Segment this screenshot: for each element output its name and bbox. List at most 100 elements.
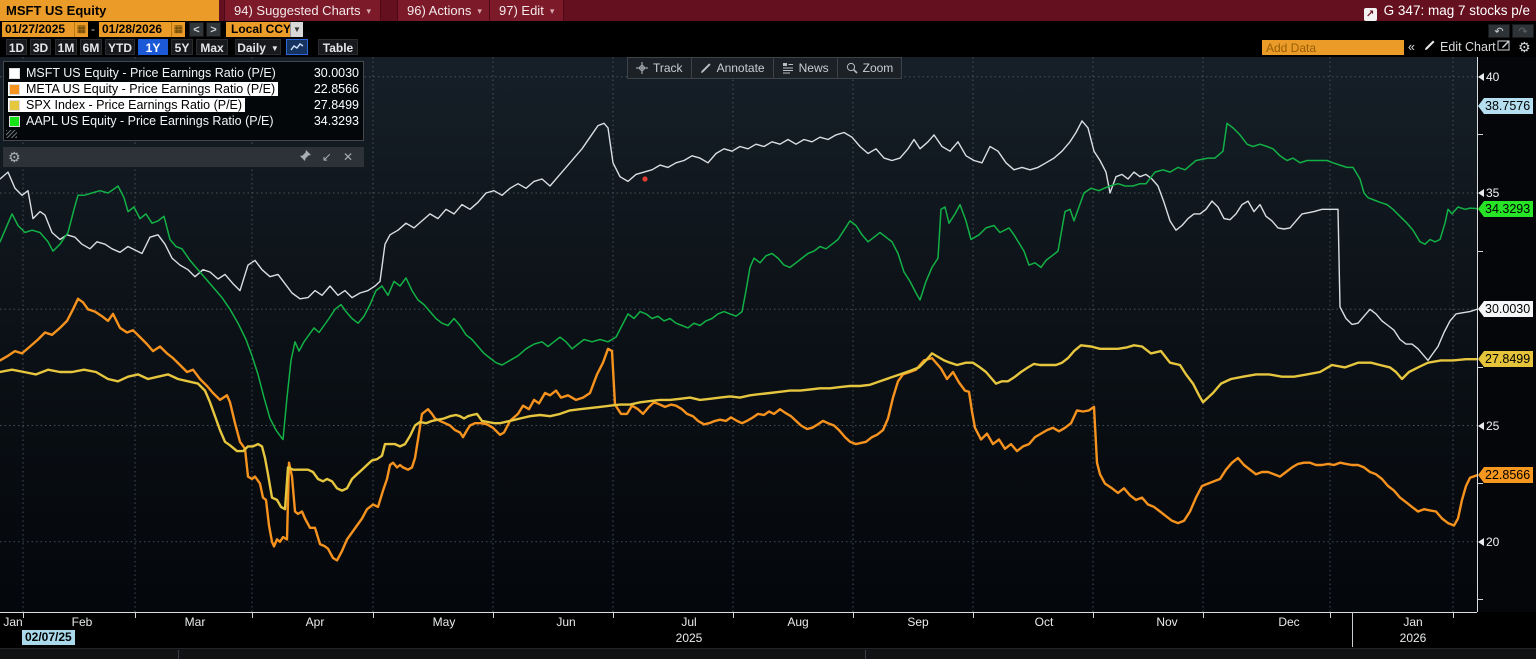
bottom-panel-strip	[0, 648, 1536, 659]
x-axis-tick	[23, 613, 24, 618]
legend-close-icon[interactable]: ✕	[343, 150, 353, 164]
legend-row-msft[interactable]: MSFT US Equity - Price Earnings Ratio (P…	[4, 65, 363, 81]
last-value-badge: 34.3293	[1478, 201, 1533, 217]
frequency-select[interactable]: Daily	[235, 39, 281, 55]
news-button[interactable]: News	[773, 57, 838, 79]
period-tab-6m[interactable]: 6M	[80, 39, 102, 55]
x-axis-month-label: Jul	[681, 615, 696, 629]
year-separator-line	[1352, 612, 1353, 647]
annotate-button-label: Annotate	[717, 61, 765, 75]
series-line-1[interactable]	[0, 299, 1477, 561]
x-axis-tick	[1453, 613, 1454, 618]
x-axis-tick	[973, 613, 974, 618]
x-axis-month-label: Aug	[787, 615, 808, 629]
chart-annotate-icon[interactable]	[1497, 39, 1511, 55]
last-value-badge: 22.8566	[1478, 467, 1533, 483]
start-date-input[interactable]: 01/27/2025	[2, 22, 74, 37]
legend-pin-icon[interactable]	[300, 150, 311, 164]
x-axis-month-label: Mar	[185, 615, 206, 629]
period-tab-1d[interactable]: 1D	[6, 39, 27, 55]
zoom-button[interactable]: Zoom	[837, 57, 903, 79]
prev-range-button[interactable]: <	[189, 22, 204, 37]
collapse-toolbar-button[interactable]: «	[1408, 39, 1415, 55]
series-label: SPX Index - Price Earnings Ratio (P/E)	[26, 98, 242, 112]
legend-resize-grip[interactable]	[6, 130, 17, 138]
legend-footer: ⚙ ↙ ✕	[3, 147, 364, 167]
annotate-button[interactable]: Annotate	[691, 57, 774, 79]
crosshair-icon	[636, 62, 648, 74]
edit-chart-button[interactable]: Edit Chart	[1440, 39, 1496, 55]
x-axis-year-label: 2025	[676, 631, 703, 645]
x-axis-month-label: Feb	[72, 615, 93, 629]
gear-icon[interactable]: ⚙	[1518, 39, 1531, 55]
series-label: AAPL US Equity - Price Earnings Ratio (P…	[26, 114, 274, 128]
series-last-value: 22.8566	[314, 82, 359, 96]
x-axis-tick	[1330, 613, 1331, 618]
track-button[interactable]: Track	[627, 57, 692, 79]
x-axis-tick	[493, 613, 494, 618]
x-axis-tick	[733, 613, 734, 618]
annotation-dot[interactable]	[642, 176, 647, 181]
x-axis-month-label: Oct	[1035, 615, 1054, 629]
x-axis-month-label: May	[433, 615, 456, 629]
y-axis-tick-label: 20	[1478, 535, 1499, 549]
end-date-input[interactable]: 01/28/2026	[99, 22, 171, 37]
magnifier-icon	[846, 62, 858, 74]
period-tab-max[interactable]: Max	[196, 39, 228, 55]
x-axis-month-label: Jan	[1403, 615, 1422, 629]
currency-caret-icon[interactable]: ▼	[290, 22, 303, 37]
undo-button[interactable]: ↶	[1488, 24, 1510, 38]
table-button[interactable]: Table	[318, 39, 358, 55]
y-axis-tick-label: 35	[1478, 186, 1499, 200]
period-tab-3d[interactable]: 3D	[30, 39, 51, 55]
legend-row-meta[interactable]: META US Equity - Price Earnings Ratio (P…	[4, 81, 363, 97]
x-axis-tick	[613, 613, 614, 618]
news-icon	[782, 62, 794, 74]
export-icon[interactable]: ↗	[1364, 8, 1377, 21]
chart-toolbar: 1D3D1M6MYTD1Y5YMax Daily Table « Edit Ch…	[0, 39, 1536, 56]
line-chart-type-icon[interactable]	[286, 39, 308, 55]
x-axis-year-label: 2026	[1400, 631, 1427, 645]
pencil-icon[interactable]	[1424, 39, 1436, 55]
y-axis-minor-tick	[1478, 251, 1483, 252]
redo-button[interactable]: ↷	[1512, 24, 1534, 38]
series-line-3[interactable]	[0, 123, 1477, 439]
calendar-icon[interactable]: ▦	[171, 22, 185, 37]
x-axis-month-label: Nov	[1156, 615, 1177, 629]
zoom-button-label: Zoom	[863, 61, 894, 75]
title-bar: MSFT US Equity 94) Suggested Charts 96) …	[0, 0, 1536, 21]
legend-minimize-icon[interactable]: ↙	[322, 150, 332, 164]
series-last-value: 27.8499	[314, 98, 359, 112]
y-axis: 4035252038.757634.329330.003027.849922.8…	[1477, 57, 1536, 612]
period-tab-ytd[interactable]: YTD	[105, 39, 135, 55]
pencil-icon	[700, 62, 712, 74]
menu-suggested-charts[interactable]: 94) Suggested Charts	[224, 0, 381, 21]
currency-select[interactable]: Local CCY	[226, 22, 296, 37]
legend-panel: MSFT US Equity - Price Earnings Ratio (P…	[3, 61, 364, 141]
y-axis-tick-label: 40	[1478, 70, 1499, 84]
next-range-button[interactable]: >	[206, 22, 221, 37]
last-value-badge: 30.0030	[1478, 301, 1533, 317]
x-axis: 02/07/25 JanFebMarAprMayJunJulAugSepOctN…	[0, 612, 1536, 648]
chart-group-title: ↗G 347: mag 7 stocks p/e	[1364, 0, 1530, 21]
legend-settings-gear-icon[interactable]: ⚙	[8, 149, 21, 166]
period-tab-1y[interactable]: 1Y	[138, 39, 168, 55]
series-label: MSFT US Equity - Price Earnings Ratio (P…	[26, 66, 276, 80]
news-button-label: News	[799, 61, 829, 75]
add-data-input[interactable]	[1262, 40, 1404, 55]
period-tab-5y[interactable]: 5Y	[171, 39, 193, 55]
series-swatch-aapl	[9, 116, 20, 127]
x-axis-month-label: Sep	[907, 615, 928, 629]
legend-row-spx[interactable]: SPX Index - Price Earnings Ratio (P/E) 27…	[4, 97, 363, 113]
series-swatch-msft	[9, 68, 20, 79]
security-ticker-field[interactable]: MSFT US Equity	[0, 0, 219, 21]
series-line-2[interactable]	[0, 345, 1477, 509]
calendar-icon[interactable]: ▦	[74, 22, 88, 37]
period-tab-1m[interactable]: 1M	[55, 39, 77, 55]
menu-edit[interactable]: 97) Edit	[489, 0, 564, 21]
menu-actions[interactable]: 96) Actions	[397, 0, 492, 21]
legend-row-aapl[interactable]: AAPL US Equity - Price Earnings Ratio (P…	[4, 113, 363, 129]
x-axis-tick	[1203, 613, 1204, 618]
y-axis-tick-label: 25	[1478, 419, 1499, 433]
date-separator: -	[91, 22, 95, 37]
